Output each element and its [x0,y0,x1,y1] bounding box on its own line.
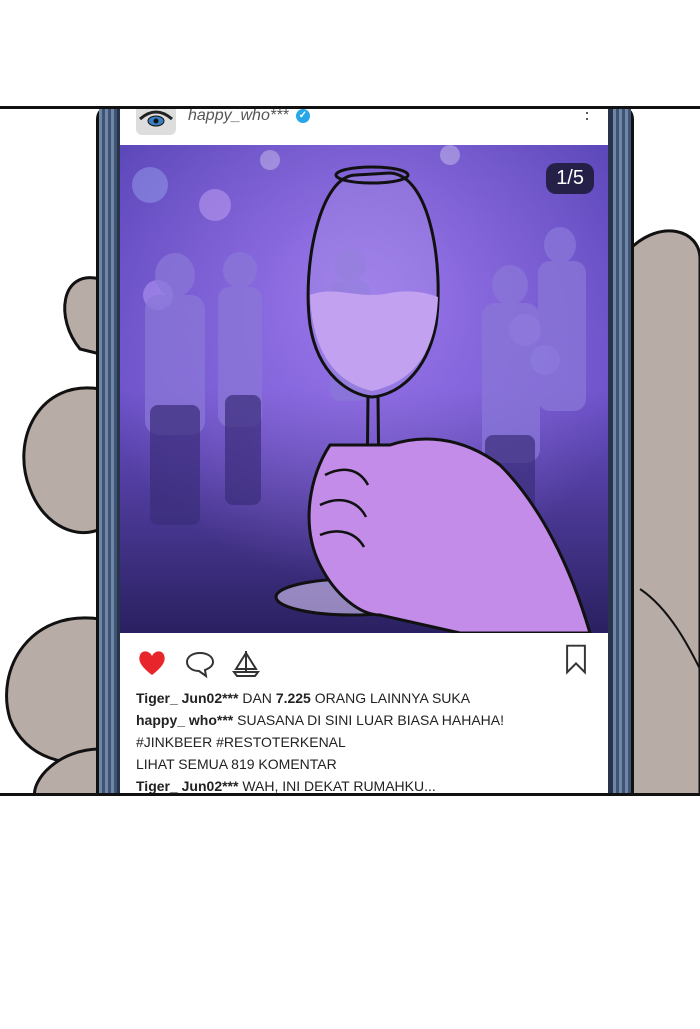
verified-badge-icon: ✓ [296,109,310,123]
comment-user[interactable]: Tiger_ Jun02*** [136,778,238,793]
likes-count[interactable]: 7.225 [276,690,311,706]
likes-line: Tiger_ Jun02*** DAN 7.225 ORANG LAINNYA … [136,687,596,709]
post-actions [120,641,608,685]
phone-screen: happy_who*** ✓ · · 1/5 Tiger_ Jun02*** D… [120,109,608,794]
heart-icon[interactable] [136,647,168,679]
bookmark-icon[interactable] [560,643,592,675]
more-dots-icon[interactable]: · · [584,109,592,127]
likes-prefix: DAN [242,690,272,706]
comic-panel: happy_who*** ✓ · · 1/5 Tiger_ Jun02*** D… [0,106,700,796]
comment-line: Tiger_ Jun02*** WAH, INI DEKAT RUMAHKU..… [136,775,596,794]
post-header: happy_who*** ✓ · · [120,109,608,145]
speech-bubble-icon[interactable] [184,647,216,679]
caption-user[interactable]: happy_ who*** [136,712,233,728]
post-image[interactable]: 1/5 [120,145,608,633]
caption-hashtags[interactable]: #JINKBEER #RESTOTERKENAL [136,731,596,753]
post-text: Tiger_ Jun02*** DAN 7.225 ORANG LAINNYA … [136,687,596,794]
likes-suffix: ORANG LAINNYA SUKA [314,690,471,706]
caption-line: happy_ who*** SUASANA DI SINI LUAR BIASA… [136,709,596,731]
image-counter: 1/5 [546,163,594,194]
caption-text: SUASANA DI SINI LUAR BIASA HAHAHA! [237,712,505,728]
post-username[interactable]: happy_who*** [188,109,289,125]
view-comments-link[interactable]: LIHAT SEMUA 819 KOMENTAR [136,753,596,775]
avatar[interactable] [136,109,176,135]
comment-text: WAH, INI DEKAT RUMAHKU... [242,778,436,794]
sail-boat-icon[interactable] [230,647,262,679]
likes-user[interactable]: Tiger_ Jun02*** [136,690,238,706]
